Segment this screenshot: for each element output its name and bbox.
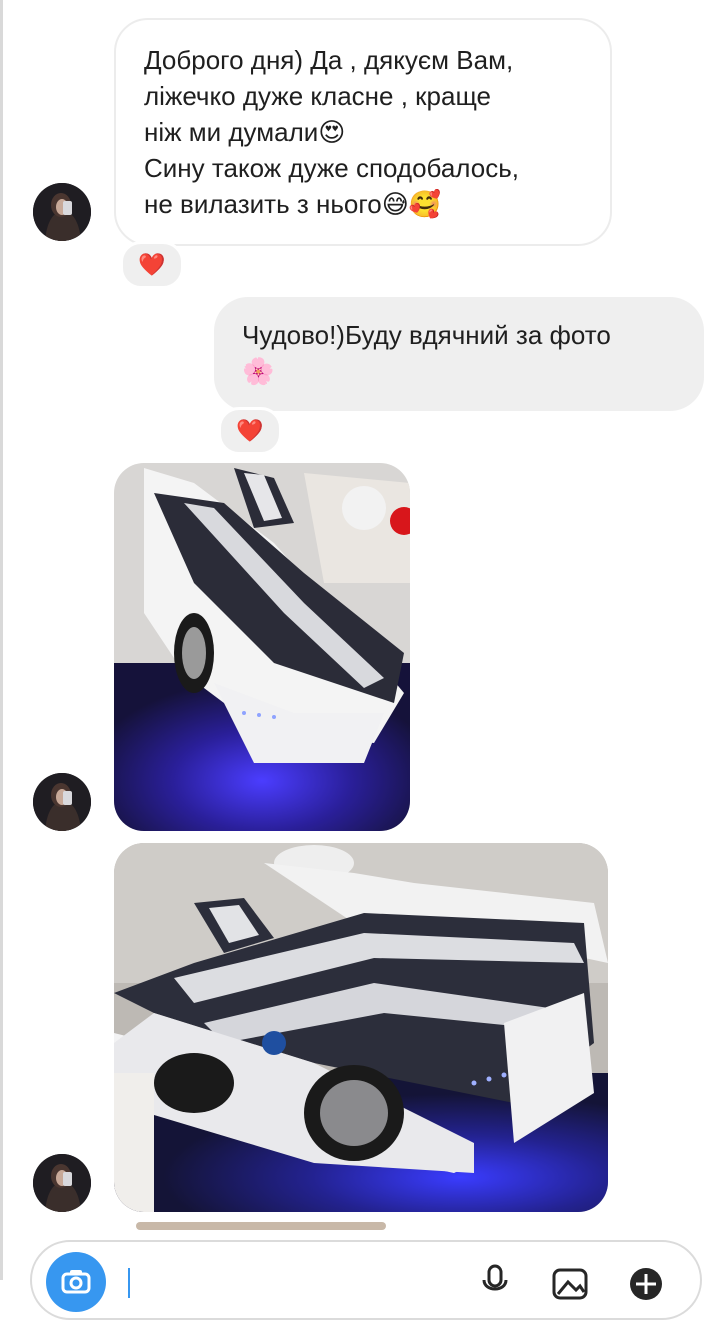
next-photo-edge xyxy=(136,1222,386,1230)
heart-icon: ❤️ xyxy=(236,418,264,443)
heart-icon: ❤️ xyxy=(138,252,166,277)
photo-message[interactable] xyxy=(114,463,410,831)
message-input[interactable] xyxy=(136,1260,440,1302)
screen-edge xyxy=(0,0,3,1280)
camera-button[interactable] xyxy=(46,1252,106,1312)
heart-reaction[interactable]: ❤️ xyxy=(120,241,184,289)
sticker-icon[interactable] xyxy=(626,1262,666,1302)
sender-avatar[interactable] xyxy=(33,183,91,241)
text-cursor xyxy=(128,1268,130,1298)
outgoing-message-bubble[interactable]: Чудово!)Буду вдячний за фото 🌸 xyxy=(214,297,704,411)
message-composer xyxy=(30,1240,702,1320)
message-text: Доброго дня) Да , дякуєм Вам, ліжечко ду… xyxy=(144,45,519,219)
heart-reaction[interactable]: ❤️ xyxy=(218,407,282,455)
sender-avatar[interactable] xyxy=(33,1154,91,1212)
incoming-message-bubble[interactable]: Доброго дня) Да , дякуєм Вам, ліжечко ду… xyxy=(114,18,612,246)
camera-icon xyxy=(61,1270,91,1294)
gallery-icon[interactable] xyxy=(550,1262,590,1302)
microphone-icon[interactable] xyxy=(480,1262,510,1302)
photo-message[interactable] xyxy=(114,843,608,1212)
message-text: Чудово!)Буду вдячний за фото 🌸 xyxy=(242,320,611,386)
sender-avatar[interactable] xyxy=(33,773,91,831)
